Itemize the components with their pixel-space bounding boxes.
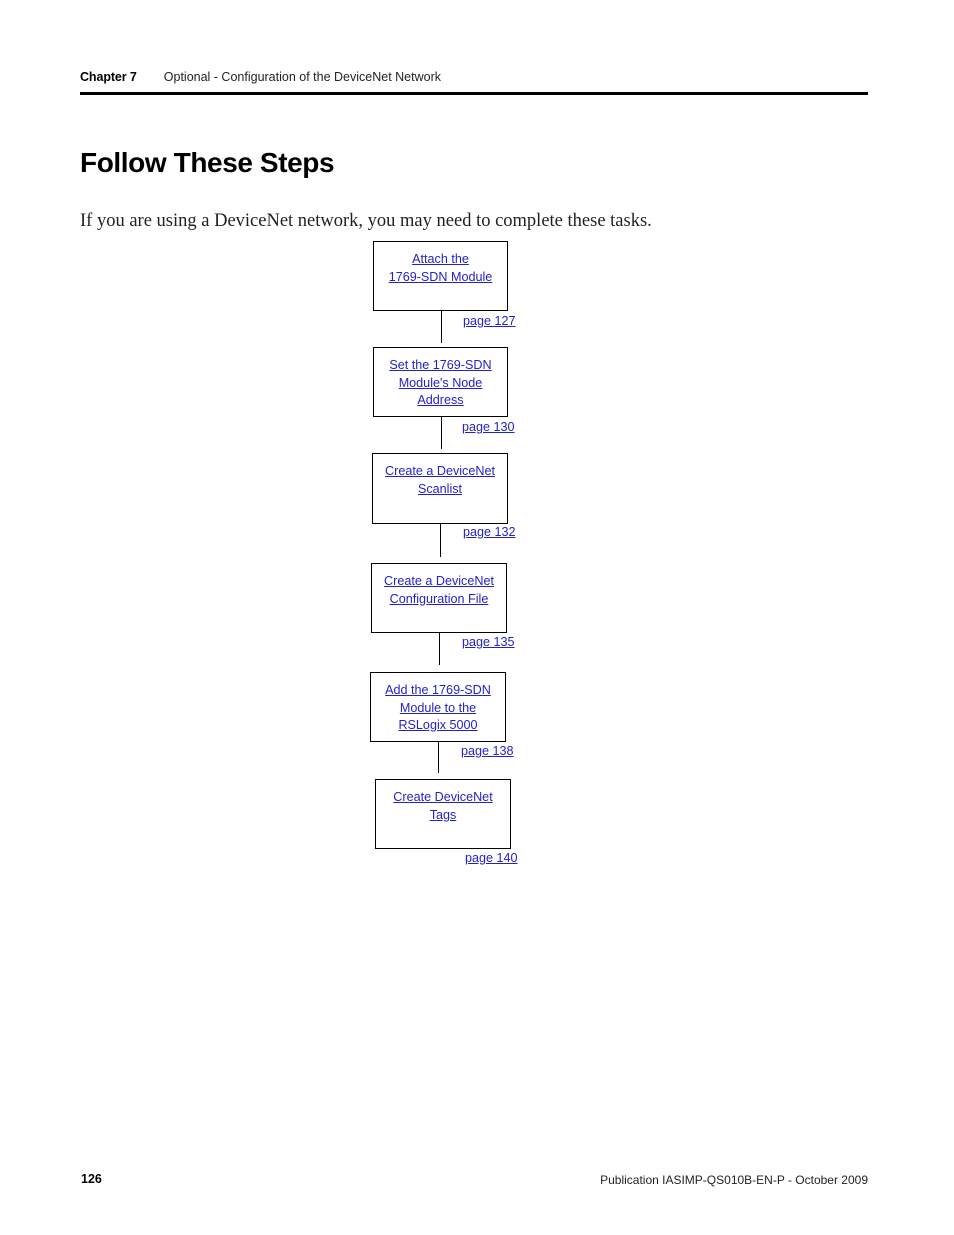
flow-connector-2 — [441, 417, 443, 449]
flow-step-link-4[interactable]: Create a DeviceNet Configuration File — [384, 573, 494, 608]
flow-connector-4 — [439, 633, 441, 665]
footer-page-number: 126 — [81, 1172, 102, 1186]
flow-connector-5 — [438, 742, 440, 773]
flow-step-link-line: RSLogix 5000 — [398, 718, 478, 732]
flow-step-link-5[interactable]: Add the 1769-SDN Module to the RSLogix 5… — [385, 682, 491, 735]
footer-publication-info: Publication IASIMP-QS010B-EN-P - October… — [600, 1173, 868, 1187]
page-reference-link-1[interactable]: page 127 — [463, 314, 516, 328]
flow-step-link-line: Create DeviceNet — [393, 790, 493, 804]
flow-connector-3 — [440, 524, 442, 557]
page-reference-link-4[interactable]: page 135 — [462, 635, 515, 649]
flow-step-link-line: Create a DeviceNet — [384, 574, 494, 588]
flow-step-box-6: Create DeviceNet Tags — [375, 779, 511, 849]
header-rule-divider — [80, 92, 868, 95]
chapter-subject-title: Optional - Configuration of the DeviceNe… — [163, 70, 441, 84]
flow-step-box-4: Create a DeviceNet Configuration File — [371, 563, 507, 633]
flow-step-link-6[interactable]: Create DeviceNet Tags — [393, 789, 492, 824]
flow-step-box-5: Add the 1769-SDN Module to the RSLogix 5… — [370, 672, 506, 742]
flow-step-link-line: Add the 1769-SDN — [385, 683, 491, 697]
flow-step-link-line: Tags — [429, 807, 457, 822]
page-reference-link-5[interactable]: page 138 — [461, 744, 514, 758]
flow-step-link-line: Set the 1769-SDN — [389, 358, 492, 372]
flow-step-box-1: Attach the 1769-SDN Module — [373, 241, 508, 311]
flow-step-box-2: Set the 1769-SDN Module's Node Address — [373, 347, 508, 417]
flow-step-link-line: Address — [417, 393, 464, 407]
flow-step-link-2[interactable]: Set the 1769-SDN Module's Node Address — [389, 357, 491, 410]
flow-step-link-line: Create a DeviceNet — [385, 464, 495, 478]
flow-step-link-line: Configuration File — [389, 591, 489, 606]
flow-step-link-line: Module to the — [399, 700, 477, 715]
flow-step-link-line: Module's Node — [398, 375, 483, 390]
page-reference-link-3[interactable]: page 132 — [463, 525, 516, 539]
flow-step-link-3[interactable]: Create a DeviceNet Scanlist — [385, 463, 495, 498]
chapter-label: Chapter 7 — [80, 70, 137, 84]
page-header: Chapter 7 Optional - Configuration of th… — [80, 70, 868, 94]
intro-paragraph: If you are using a DeviceNet network, yo… — [80, 210, 652, 231]
follow-these-steps-flowchart: Attach the 1769-SDN Module page 127 Set t… — [0, 0, 954, 1235]
flow-step-link-1[interactable]: Attach the 1769-SDN Module — [389, 251, 493, 286]
page-reference-link-6[interactable]: page 140 — [465, 851, 518, 865]
flow-step-link-line: 1769-SDN Module — [388, 269, 493, 284]
flow-step-link-line: Scanlist — [417, 481, 463, 496]
flow-step-link-line: Attach the — [412, 252, 469, 266]
page-reference-link-2[interactable]: page 130 — [462, 420, 515, 434]
flow-connector-1 — [441, 311, 443, 343]
page-title: Follow These Steps — [80, 146, 335, 178]
flow-step-box-3: Create a DeviceNet Scanlist — [372, 453, 508, 524]
